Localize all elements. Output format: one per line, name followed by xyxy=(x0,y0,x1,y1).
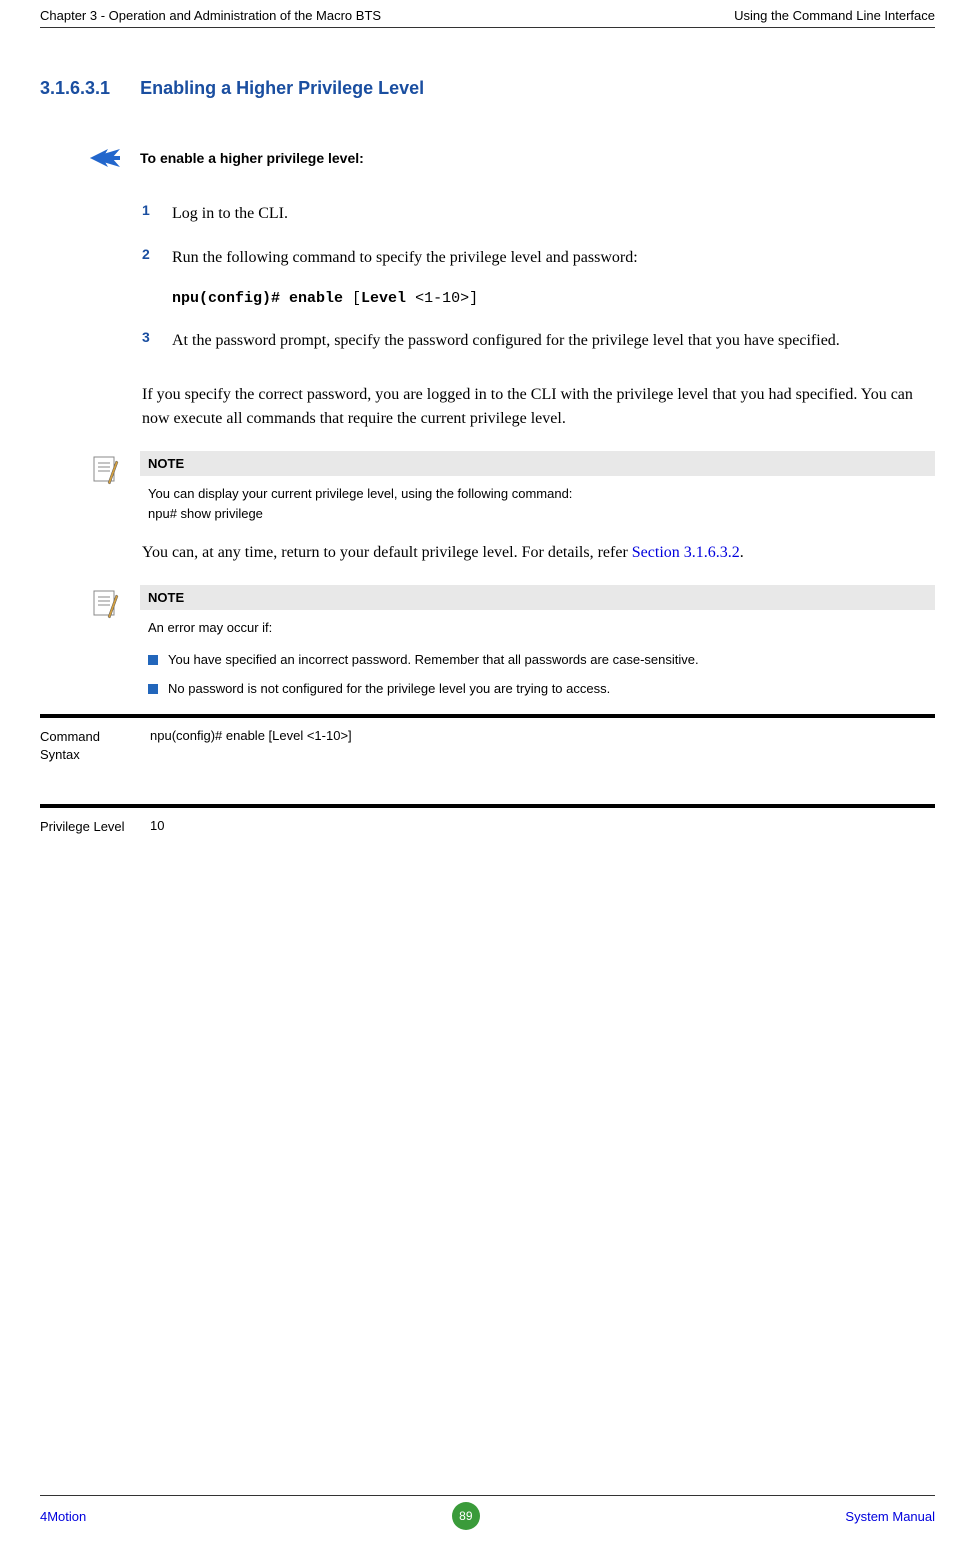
section-heading: 3.1.6.3.1 Enabling a Higher Privilege Le… xyxy=(40,78,935,99)
command-syntax-label: Command Syntax xyxy=(40,728,140,764)
note-line1: You can display your current privilege l… xyxy=(140,484,935,504)
privilege-level-label: Privilege Level xyxy=(40,818,140,836)
note-content: NOTE An error may occur if: You have spe… xyxy=(140,585,935,696)
instruction-header: To enable a higher privilege level: xyxy=(90,149,935,167)
note-bullet-2: No password is not configured for the pr… xyxy=(140,681,935,696)
privilege-level-value: 10 xyxy=(140,818,935,836)
note-line2: npu# show privilege xyxy=(140,504,935,524)
step-number: 1 xyxy=(142,202,172,226)
step-2: 2 Run the following command to specify t… xyxy=(142,246,935,270)
code-part1: npu(config)# enable xyxy=(172,290,343,307)
body-p2b: . xyxy=(740,544,744,561)
body-p2a: You can, at any time, return to your def… xyxy=(142,544,632,561)
code-command: npu(config)# enable [Level <1-10>] xyxy=(172,290,935,307)
section-number: 3.1.6.3.1 xyxy=(40,78,110,99)
page-footer: 4Motion 89 System Manual xyxy=(40,1495,935,1530)
bullet-icon xyxy=(148,684,158,694)
footer-left[interactable]: 4Motion xyxy=(40,1509,86,1524)
body-paragraph-2: You can, at any time, return to your def… xyxy=(142,541,935,565)
step-1: 1 Log in to the CLI. xyxy=(142,202,935,226)
instruction-block: To enable a higher privilege level: 1 Lo… xyxy=(90,149,935,353)
footer-right[interactable]: System Manual xyxy=(845,1509,935,1524)
page-header: Chapter 3 - Operation and Administration… xyxy=(40,0,935,28)
section-title: Enabling a Higher Privilege Level xyxy=(140,78,424,99)
note-block-1: NOTE You can display your current privil… xyxy=(90,451,935,523)
code-part4: <1-10>] xyxy=(406,290,478,307)
body-paragraph-1: If you specify the correct password, you… xyxy=(142,383,935,431)
header-left: Chapter 3 - Operation and Administration… xyxy=(40,8,381,23)
step-text: Log in to the CLI. xyxy=(172,202,935,226)
section-link[interactable]: Section 3.1.6.3.2 xyxy=(632,544,740,561)
privilege-level-row: Privilege Level 10 xyxy=(40,804,935,836)
bullet-icon xyxy=(148,655,158,665)
command-syntax-row: Command Syntax npu(config)# enable [Leve… xyxy=(40,714,935,764)
note-icon xyxy=(90,451,120,523)
code-part2: [ xyxy=(343,290,361,307)
step-number: 3 xyxy=(142,329,172,353)
note-intro: An error may occur if: xyxy=(140,618,935,638)
page-number: 89 xyxy=(452,1502,480,1530)
step-3: 3 At the password prompt, specify the pa… xyxy=(142,329,935,353)
bullet-text: You have specified an incorrect password… xyxy=(168,652,699,667)
note-header: NOTE xyxy=(140,451,935,476)
header-right: Using the Command Line Interface xyxy=(734,8,935,23)
step-number: 2 xyxy=(142,246,172,270)
instruction-title: To enable a higher privilege level: xyxy=(140,150,364,166)
step-text: At the password prompt, specify the pass… xyxy=(172,329,935,353)
arrow-icon xyxy=(90,149,120,167)
note-icon xyxy=(90,585,120,696)
bullet-text: No password is not configured for the pr… xyxy=(168,681,610,696)
note-block-2: NOTE An error may occur if: You have spe… xyxy=(90,585,935,696)
note-content: NOTE You can display your current privil… xyxy=(140,451,935,523)
step-text: Run the following command to specify the… xyxy=(172,246,935,270)
note-bullet-1: You have specified an incorrect password… xyxy=(140,652,935,667)
note-header: NOTE xyxy=(140,585,935,610)
code-part3: Level xyxy=(361,290,406,307)
command-syntax-value: npu(config)# enable [Level <1-10>] xyxy=(140,728,935,764)
